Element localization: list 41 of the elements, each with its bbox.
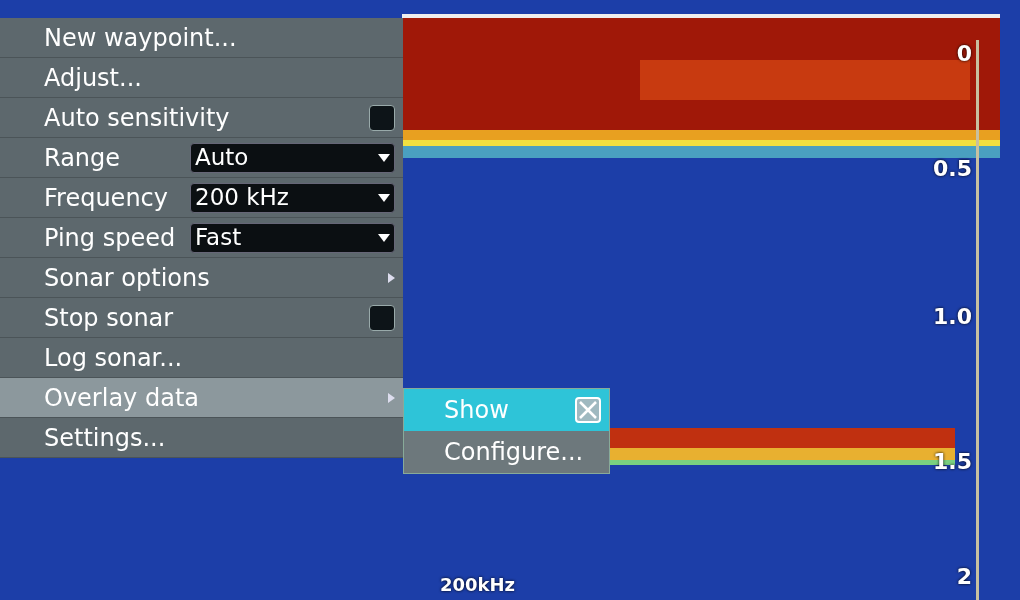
menu-item-label: Settings... — [44, 422, 166, 454]
menu-item[interactable]: Stop sonar — [0, 298, 403, 338]
menu-item-label: Stop sonar — [44, 302, 174, 334]
menu-item-label: Overlay data — [44, 382, 199, 414]
menu-item-label: New waypoint... — [44, 22, 237, 54]
menu-item[interactable]: Ping speed Fast — [0, 218, 403, 258]
menu-item-label: Auto sensitivity — [44, 102, 230, 134]
checkbox[interactable] — [369, 304, 395, 331]
dropdown-field[interactable]: Auto — [190, 142, 395, 173]
menu-item-label: Log sonar... — [44, 342, 183, 374]
menu-item[interactable]: Adjust... — [0, 58, 403, 98]
checkbox[interactable] — [369, 104, 395, 131]
menu-item-label: Adjust... — [44, 62, 142, 94]
submenu-item-label: Configure... — [444, 437, 584, 468]
frequency-label: 200kHz — [440, 576, 516, 594]
menu-item[interactable]: Sonar options — [0, 258, 403, 298]
depth-label: 0.5 — [933, 158, 972, 180]
caret-icon — [378, 193, 390, 202]
menu-item[interactable]: Settings... — [0, 418, 403, 458]
menu-item-label: Frequency — [44, 182, 168, 214]
depth-label: 0 — [956, 43, 972, 65]
submenu-item-label: Show — [444, 395, 509, 426]
menu-item-label: Sonar options — [44, 262, 210, 294]
caret-icon — [378, 153, 390, 162]
menu-item[interactable]: Range Auto — [0, 138, 403, 178]
dropdown-field[interactable]: Fast — [190, 222, 395, 253]
depth-label: 1.5 — [933, 451, 972, 473]
caret-icon — [388, 392, 395, 403]
menu-item-label: Range — [44, 142, 121, 174]
menu-item-label: Ping speed — [44, 222, 176, 254]
cross-icon — [578, 400, 598, 420]
caret-icon — [388, 272, 395, 283]
submenu-item[interactable]: Configure... — [404, 431, 609, 473]
caret-icon — [378, 233, 390, 242]
depth-label: 1.0 — [933, 306, 972, 328]
menu-item[interactable]: Auto sensitivity — [0, 98, 403, 138]
dropdown-field[interactable]: 200 kHz — [190, 182, 395, 213]
menu-item[interactable]: Overlay data — [0, 378, 403, 418]
menu-item[interactable]: New waypoint... — [0, 18, 403, 58]
menu-item[interactable]: Frequency 200 kHz — [0, 178, 403, 218]
depth-label: 2 — [956, 566, 972, 588]
